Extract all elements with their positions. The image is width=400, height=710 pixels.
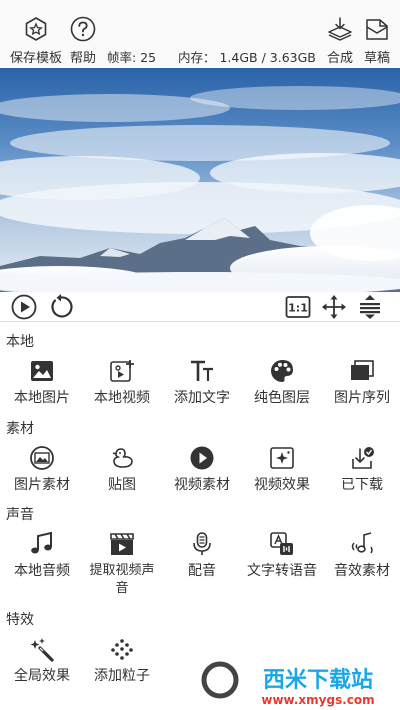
sticker-button[interactable]: 贴图 bbox=[82, 445, 162, 494]
tool-label: 提取视频声音 bbox=[89, 563, 155, 596]
local-image-button[interactable]: 本地图片 bbox=[2, 358, 82, 407]
image-globe-icon bbox=[30, 446, 54, 470]
help-label: 帮助 bbox=[70, 51, 97, 66]
tool-label: 文字转语音 bbox=[247, 563, 317, 579]
save-template-label: 保存模板 bbox=[10, 51, 63, 66]
tool-label: 本地视频 bbox=[94, 390, 150, 406]
draft-button[interactable]: 草稿 bbox=[364, 16, 390, 66]
tool-label: 已下载 bbox=[341, 477, 383, 493]
save-template-button[interactable]: 保存模板 bbox=[10, 16, 62, 66]
watermark-url: www.xmygs.com bbox=[261, 693, 374, 707]
music-note-icon bbox=[31, 531, 52, 554]
tool-label: 图片素材 bbox=[14, 477, 70, 493]
section-title-effects: 特效 bbox=[6, 612, 34, 628]
tool-label: 音效素材 bbox=[334, 563, 390, 579]
text-to-speech-button[interactable]: 文字转语音 bbox=[242, 531, 322, 580]
microphone-icon bbox=[193, 532, 211, 555]
dubbing-button[interactable]: 配音 bbox=[162, 531, 242, 580]
sound-effects-button[interactable]: 音效素材 bbox=[322, 531, 400, 580]
image-sequence-icon bbox=[351, 360, 374, 380]
memory-text: 内存： 1.4GB / 3.63GB bbox=[178, 50, 316, 65]
magic-wand-icon bbox=[30, 638, 54, 662]
replay-icon[interactable] bbox=[48, 294, 74, 320]
tool-label: 本地图片 bbox=[14, 390, 70, 406]
particles-icon bbox=[111, 639, 133, 660]
align-icon[interactable] bbox=[357, 294, 383, 320]
global-effects-button[interactable]: 全局效果 bbox=[2, 636, 82, 685]
downloaded-icon bbox=[352, 447, 374, 469]
watermark-logo: 西米下载站 www.xmygs.com bbox=[200, 656, 400, 710]
tool-label: 本地音频 bbox=[14, 563, 70, 579]
local-video-button[interactable]: 本地视频 bbox=[82, 358, 162, 407]
help-question-icon bbox=[70, 16, 96, 42]
sound-effects-icon bbox=[351, 532, 373, 554]
tool-label: 配音 bbox=[188, 563, 216, 579]
solid-color-layer-button[interactable]: 纯色图层 bbox=[242, 358, 322, 407]
help-button[interactable]: 帮助 bbox=[70, 16, 96, 66]
extract-audio-button[interactable]: 提取视频声音 bbox=[82, 531, 162, 598]
template-star-icon bbox=[25, 17, 47, 41]
watermark-title: 西米下载站 bbox=[263, 667, 373, 693]
video-play-icon bbox=[190, 446, 214, 470]
video-preview[interactable] bbox=[0, 68, 400, 292]
downloaded-button[interactable]: 已下载 bbox=[322, 445, 400, 494]
compose-button[interactable]: 合成 bbox=[327, 16, 353, 66]
preview-image bbox=[0, 68, 400, 292]
framerate-text: 帧率: 25 bbox=[107, 50, 157, 65]
compose-download-icon bbox=[328, 17, 352, 41]
tool-label: 贴图 bbox=[108, 477, 136, 493]
tool-label: 纯色图层 bbox=[254, 390, 310, 406]
video-material-button[interactable]: 视频素材 bbox=[162, 445, 242, 494]
tool-label: 添加粒子 bbox=[94, 668, 150, 684]
compose-label: 合成 bbox=[327, 51, 354, 66]
video-add-icon bbox=[110, 360, 134, 382]
tool-label: 图片序列 bbox=[334, 390, 390, 406]
add-particles-button[interactable]: 添加粒子 bbox=[82, 636, 162, 685]
video-effects-button[interactable]: 视频效果 bbox=[242, 445, 322, 494]
top-toolbar: 保存模板 帮助 帧率: 25 内存： 1.4GB / 3.63GB 合成 草稿 bbox=[0, 0, 400, 68]
text-icon bbox=[191, 360, 213, 381]
text-to-speech-icon bbox=[270, 532, 293, 555]
section-title-local: 本地 bbox=[6, 334, 34, 350]
section-title-material: 素材 bbox=[6, 421, 34, 437]
ratio-icon[interactable]: 1:1 bbox=[285, 294, 311, 320]
duck-sticker-icon bbox=[112, 448, 133, 468]
add-text-button[interactable]: 添加文字 bbox=[162, 358, 242, 407]
local-audio-button[interactable]: 本地音频 bbox=[2, 531, 82, 580]
playback-controls: 1:1 bbox=[0, 292, 400, 322]
image-material-button[interactable]: 图片素材 bbox=[2, 445, 82, 494]
ratio-label: 1:1 bbox=[288, 302, 308, 315]
tool-label: 视频效果 bbox=[254, 477, 310, 493]
move-icon[interactable] bbox=[321, 294, 347, 320]
draft-label: 草稿 bbox=[364, 51, 391, 66]
tool-label: 视频素材 bbox=[174, 477, 230, 493]
tool-label: 全局效果 bbox=[14, 668, 70, 684]
tool-label: 添加文字 bbox=[174, 390, 230, 406]
clapperboard-icon bbox=[110, 533, 134, 555]
section-title-audio: 声音 bbox=[6, 507, 34, 523]
sparkle-frame-icon bbox=[270, 447, 294, 469]
play-icon[interactable] bbox=[11, 294, 37, 320]
image-sequence-button[interactable]: 图片序列 bbox=[322, 358, 400, 407]
watermark-graphic: 西米下载站 www.xmygs.com bbox=[200, 658, 400, 710]
draft-icon bbox=[366, 19, 388, 40]
image-icon bbox=[31, 361, 53, 381]
palette-icon bbox=[271, 360, 293, 382]
